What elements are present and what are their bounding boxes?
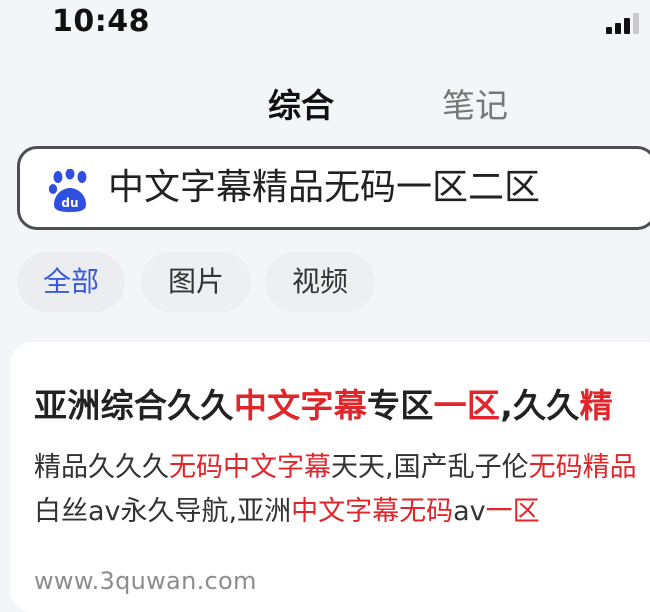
search-input[interactable]: du 中文字幕精品无码一区二区	[17, 146, 650, 230]
status-time: 10:48	[52, 4, 150, 39]
filter-tab-images[interactable]: 图片	[141, 252, 251, 312]
desc-segment: av	[453, 496, 486, 527]
desc-highlight: 一区	[485, 496, 540, 527]
title-highlight: 一区	[433, 386, 501, 425]
filter-tab-all[interactable]: 全部	[17, 252, 125, 312]
desc-highlight: 中文字幕无码	[291, 496, 454, 527]
status-bar: 10:48	[0, 0, 650, 48]
result-title[interactable]: 亚洲综合久久中文字幕专区一区,久久精	[34, 384, 613, 428]
top-tabs: 综合 笔记	[0, 84, 650, 134]
title-segment: ,久久	[500, 386, 580, 425]
desc-segment: 天天,国产乱子伦	[331, 452, 529, 483]
description-line: 精品久久久无码中文字幕天天,国产乱子伦无码精品	[34, 446, 650, 490]
desc-segment: 白丝av永久导航,亚洲	[34, 496, 292, 527]
description-line: 白丝av永久导航,亚洲中文字幕无码av一区	[34, 490, 650, 534]
title-highlight: 精	[579, 386, 613, 425]
result-description: 精品久久久无码中文字幕天天,国产乱子伦无码精品 白丝av永久导航,亚洲中文字幕无…	[34, 446, 650, 534]
filter-tab-videos[interactable]: 视频	[265, 252, 375, 312]
title-highlight: 中文字幕	[233, 386, 368, 425]
tab-zonghe[interactable]: 综合	[268, 84, 334, 128]
title-segment: 亚洲综合久久	[34, 386, 234, 425]
title-segment: 专区	[367, 386, 434, 425]
desc-segment: 精品久久久	[34, 452, 169, 483]
desc-highlight: 无码中文字幕	[169, 452, 331, 483]
result-url[interactable]: www.3quwan.com	[34, 564, 257, 598]
search-query[interactable]: 中文字幕精品无码一区二区	[108, 149, 540, 227]
cellular-signal-icon	[606, 12, 644, 34]
tab-biji[interactable]: 笔记	[442, 84, 508, 128]
svg-text:du: du	[61, 196, 78, 210]
search-result-card[interactable]: 亚洲综合久久中文字幕专区一区,久久精 精品久久久无码中文字幕天天,国产乱子伦无码…	[10, 342, 650, 612]
baidu-paw-icon: du	[48, 169, 87, 212]
desc-highlight: 无码精品	[528, 452, 637, 483]
